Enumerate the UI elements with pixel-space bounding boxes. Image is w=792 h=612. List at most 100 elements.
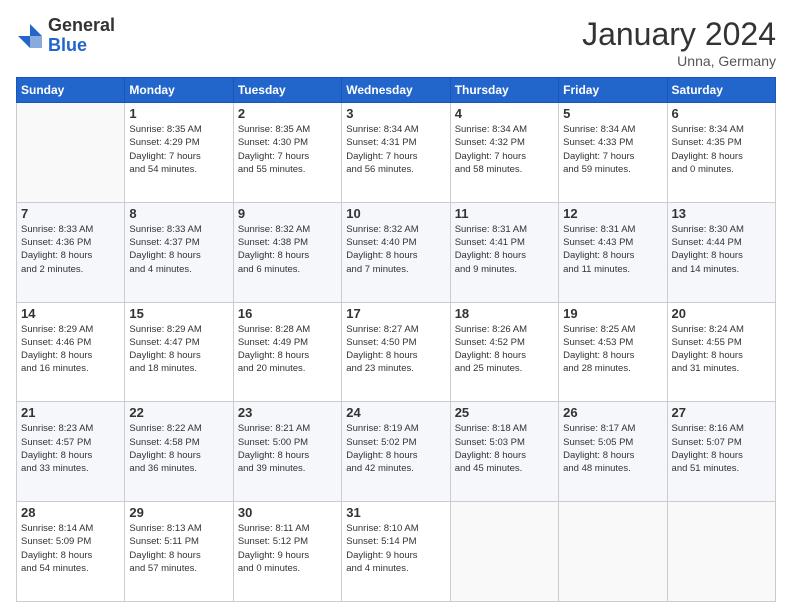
day-info: Sunrise: 8:27 AM Sunset: 4:50 PM Dayligh…: [346, 323, 445, 376]
day-info: Sunrise: 8:25 AM Sunset: 4:53 PM Dayligh…: [563, 323, 662, 376]
calendar-cell: 9 Sunrise: 8:32 AM Sunset: 4:38 PM Daylig…: [233, 202, 341, 302]
calendar-cell: 18Sunrise: 8:26 AM Sunset: 4:52 PM Dayli…: [450, 302, 558, 402]
calendar-cell: [17, 103, 125, 203]
weekday-header-tuesday: Tuesday: [233, 78, 341, 103]
day-info: Sunrise: 8:17 AM Sunset: 5:05 PM Dayligh…: [563, 422, 662, 475]
day-info: Sunrise: 8:11 AM Sunset: 5:12 PM Dayligh…: [238, 522, 337, 575]
day-info: Sunrise: 8:35 AM Sunset: 4:30 PM Dayligh…: [238, 123, 337, 176]
calendar-cell: 27 Sunrise: 8:16 AM Sunset: 5:07 PM Dayli…: [667, 402, 775, 502]
calendar-cell: 3Sunrise: 8:34 AM Sunset: 4:31 PM Daylig…: [342, 103, 450, 203]
day-number: 29: [129, 505, 228, 520]
calendar-cell: 31 Sunrise: 8:10 AM Sunset: 5:14 PM Dayli…: [342, 502, 450, 602]
day-number: 17: [346, 306, 445, 321]
day-number: 28: [21, 505, 120, 520]
day-info: Sunrise: 8:29 AM Sunset: 4:46 PM Dayligh…: [21, 323, 120, 376]
day-info: Sunrise: 8:14 AM Sunset: 5:09 PM Dayligh…: [21, 522, 120, 575]
day-number: 30: [238, 505, 337, 520]
calendar-week-row: 28 Sunrise: 8:14 AM Sunset: 5:09 PM Dayli…: [17, 502, 776, 602]
day-info: Sunrise: 8:33 AM Sunset: 4:37 PM Dayligh…: [129, 223, 228, 276]
day-info: Sunrise: 8:13 AM Sunset: 5:11 PM Dayligh…: [129, 522, 228, 575]
day-number: 13: [672, 206, 771, 221]
calendar-cell: 2 Sunrise: 8:35 AM Sunset: 4:30 PM Daylig…: [233, 103, 341, 203]
weekday-header-saturday: Saturday: [667, 78, 775, 103]
day-number: 3: [346, 106, 445, 121]
day-info: Sunrise: 8:19 AM Sunset: 5:02 PM Dayligh…: [346, 422, 445, 475]
day-number: 19: [563, 306, 662, 321]
day-number: 22: [129, 405, 228, 420]
logo: General Blue: [16, 16, 115, 56]
calendar-cell: 14 Sunrise: 8:29 AM Sunset: 4:46 PM Dayli…: [17, 302, 125, 402]
day-number: 20: [672, 306, 771, 321]
calendar-cell: 17 Sunrise: 8:27 AM Sunset: 4:50 PM Dayli…: [342, 302, 450, 402]
logo-text: General Blue: [48, 16, 115, 56]
calendar-cell: 19 Sunrise: 8:25 AM Sunset: 4:53 PM Dayli…: [559, 302, 667, 402]
day-number: 25: [455, 405, 554, 420]
calendar-cell: 30 Sunrise: 8:11 AM Sunset: 5:12 PM Dayli…: [233, 502, 341, 602]
calendar-cell: 20Sunrise: 8:24 AM Sunset: 4:55 PM Dayli…: [667, 302, 775, 402]
weekday-header-monday: Monday: [125, 78, 233, 103]
day-info: Sunrise: 8:31 AM Sunset: 4:41 PM Dayligh…: [455, 223, 554, 276]
calendar-week-row: 7 Sunrise: 8:33 AM Sunset: 4:36 PM Daylig…: [17, 202, 776, 302]
day-info: Sunrise: 8:32 AM Sunset: 4:40 PM Dayligh…: [346, 223, 445, 276]
day-number: 1: [129, 106, 228, 121]
calendar-cell: 10 Sunrise: 8:32 AM Sunset: 4:40 PM Dayli…: [342, 202, 450, 302]
day-number: 6: [672, 106, 771, 121]
weekday-header-row: SundayMondayTuesdayWednesdayThursdayFrid…: [17, 78, 776, 103]
calendar-cell: [667, 502, 775, 602]
calendar-week-row: 14 Sunrise: 8:29 AM Sunset: 4:46 PM Dayli…: [17, 302, 776, 402]
day-number: 7: [21, 206, 120, 221]
calendar-cell: 11Sunrise: 8:31 AM Sunset: 4:41 PM Dayli…: [450, 202, 558, 302]
day-number: 27: [672, 405, 771, 420]
day-info: Sunrise: 8:28 AM Sunset: 4:49 PM Dayligh…: [238, 323, 337, 376]
day-info: Sunrise: 8:32 AM Sunset: 4:38 PM Dayligh…: [238, 223, 337, 276]
title-area: January 2024 Unna, Germany: [582, 16, 776, 69]
day-info: Sunrise: 8:31 AM Sunset: 4:43 PM Dayligh…: [563, 223, 662, 276]
calendar-cell: 25Sunrise: 8:18 AM Sunset: 5:03 PM Dayli…: [450, 402, 558, 502]
day-number: 31: [346, 505, 445, 520]
calendar-cell: 22 Sunrise: 8:22 AM Sunset: 4:58 PM Dayli…: [125, 402, 233, 502]
day-number: 26: [563, 405, 662, 420]
weekday-header-friday: Friday: [559, 78, 667, 103]
day-number: 9: [238, 206, 337, 221]
day-number: 15: [129, 306, 228, 321]
day-info: Sunrise: 8:29 AM Sunset: 4:47 PM Dayligh…: [129, 323, 228, 376]
weekday-header-thursday: Thursday: [450, 78, 558, 103]
calendar-cell: 16 Sunrise: 8:28 AM Sunset: 4:49 PM Dayli…: [233, 302, 341, 402]
calendar-cell: 28 Sunrise: 8:14 AM Sunset: 5:09 PM Dayli…: [17, 502, 125, 602]
calendar-week-row: 1 Sunrise: 8:35 AM Sunset: 4:29 PM Daylig…: [17, 103, 776, 203]
month-title: January 2024: [582, 16, 776, 53]
calendar-cell: 7 Sunrise: 8:33 AM Sunset: 4:36 PM Daylig…: [17, 202, 125, 302]
day-info: Sunrise: 8:10 AM Sunset: 5:14 PM Dayligh…: [346, 522, 445, 575]
day-number: 16: [238, 306, 337, 321]
calendar-cell: 23Sunrise: 8:21 AM Sunset: 5:00 PM Dayli…: [233, 402, 341, 502]
calendar-cell: 1 Sunrise: 8:35 AM Sunset: 4:29 PM Daylig…: [125, 103, 233, 203]
day-number: 14: [21, 306, 120, 321]
calendar-cell: 12 Sunrise: 8:31 AM Sunset: 4:43 PM Dayli…: [559, 202, 667, 302]
calendar-cell: 29 Sunrise: 8:13 AM Sunset: 5:11 PM Dayli…: [125, 502, 233, 602]
day-number: 10: [346, 206, 445, 221]
day-info: Sunrise: 8:23 AM Sunset: 4:57 PM Dayligh…: [21, 422, 120, 475]
day-number: 23: [238, 405, 337, 420]
calendar-week-row: 21 Sunrise: 8:23 AM Sunset: 4:57 PM Dayli…: [17, 402, 776, 502]
day-number: 2: [238, 106, 337, 121]
day-number: 4: [455, 106, 554, 121]
day-number: 24: [346, 405, 445, 420]
day-number: 21: [21, 405, 120, 420]
day-number: 12: [563, 206, 662, 221]
calendar-cell: 26 Sunrise: 8:17 AM Sunset: 5:05 PM Dayli…: [559, 402, 667, 502]
day-number: 5: [563, 106, 662, 121]
day-info: Sunrise: 8:30 AM Sunset: 4:44 PM Dayligh…: [672, 223, 771, 276]
weekday-header-sunday: Sunday: [17, 78, 125, 103]
location: Unna, Germany: [582, 53, 776, 69]
day-info: Sunrise: 8:33 AM Sunset: 4:36 PM Dayligh…: [21, 223, 120, 276]
day-info: Sunrise: 8:22 AM Sunset: 4:58 PM Dayligh…: [129, 422, 228, 475]
logo-icon: [16, 22, 44, 50]
page: General Blue January 2024 Unna, Germany …: [0, 0, 792, 612]
day-info: Sunrise: 8:35 AM Sunset: 4:29 PM Dayligh…: [129, 123, 228, 176]
calendar-cell: 21 Sunrise: 8:23 AM Sunset: 4:57 PM Dayli…: [17, 402, 125, 502]
header: General Blue January 2024 Unna, Germany: [16, 16, 776, 69]
day-info: Sunrise: 8:34 AM Sunset: 4:33 PM Dayligh…: [563, 123, 662, 176]
day-info: Sunrise: 8:16 AM Sunset: 5:07 PM Dayligh…: [672, 422, 771, 475]
calendar-cell: 13 Sunrise: 8:30 AM Sunset: 4:44 PM Dayli…: [667, 202, 775, 302]
calendar-cell: 6Sunrise: 8:34 AM Sunset: 4:35 PM Daylig…: [667, 103, 775, 203]
